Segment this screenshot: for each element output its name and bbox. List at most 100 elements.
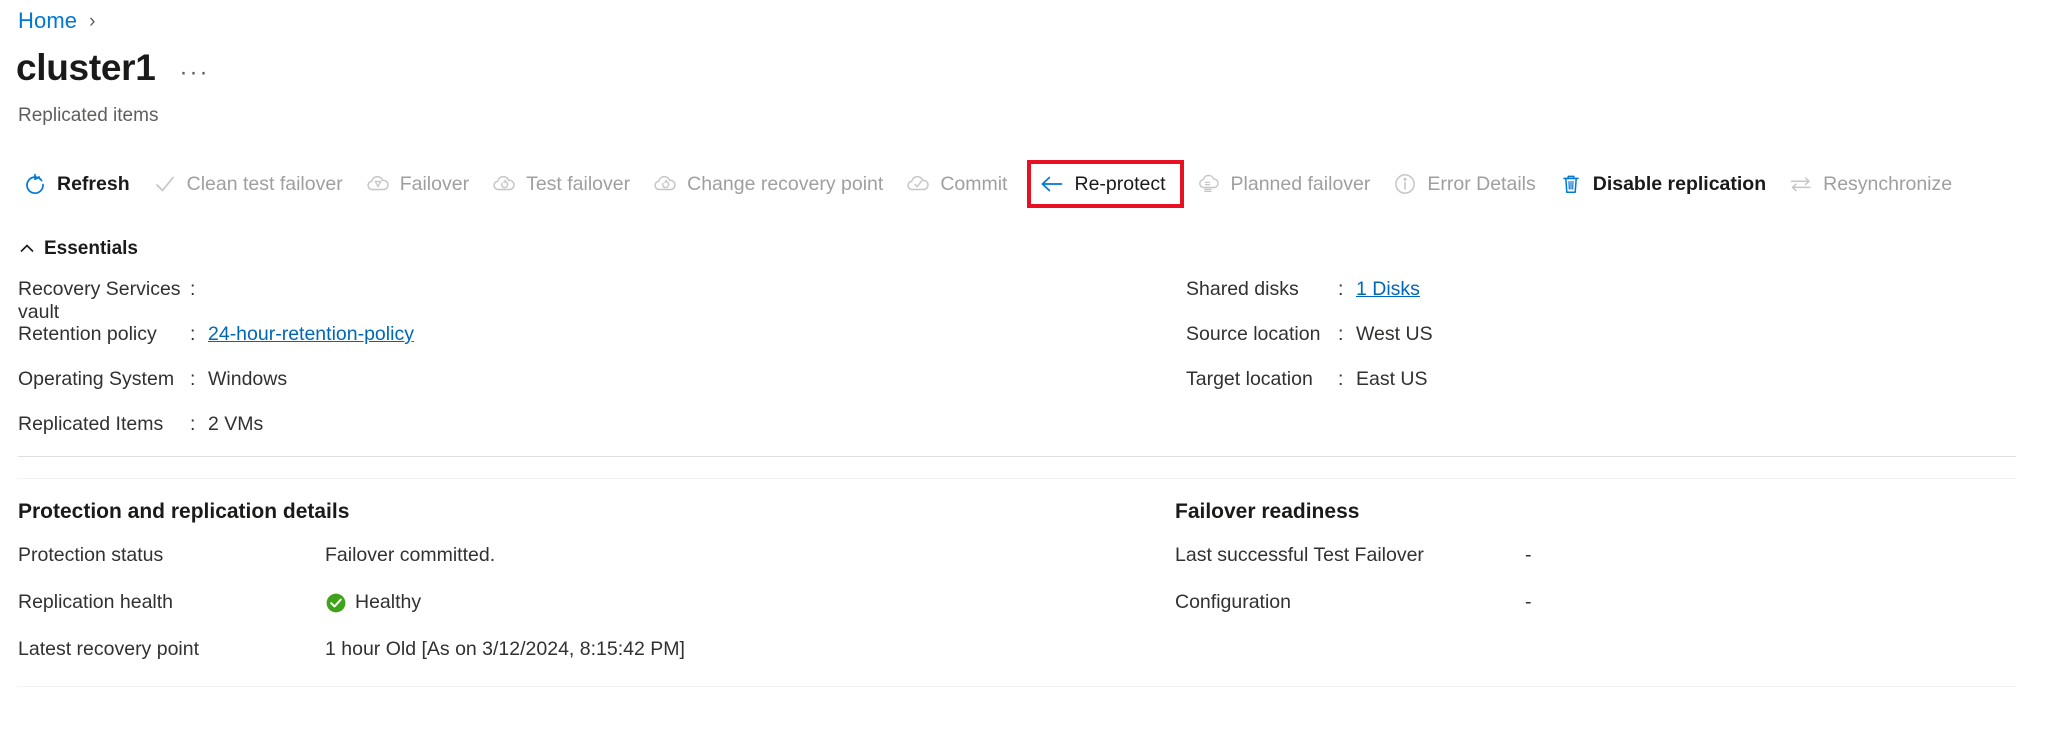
health-check-icon <box>325 592 347 614</box>
command-commit: Commit <box>901 164 1019 204</box>
command-label: Failover <box>399 172 470 195</box>
cloud-check-icon <box>905 171 931 197</box>
essentials-value-link[interactable]: 1 Disks <box>1356 278 1420 301</box>
essentials-label: Essentials <box>44 238 138 259</box>
essentials-row: Operating System: Windows <box>18 368 658 413</box>
command-planned-failover: Planned failover <box>1192 164 1383 204</box>
chevron-right-icon: › <box>89 10 96 32</box>
command-refresh[interactable]: Refresh <box>18 164 142 204</box>
command-label: Refresh <box>57 172 130 195</box>
essentials-separator: : <box>1338 278 1344 300</box>
divider-1 <box>18 456 2016 457</box>
command-clean-test-failover: Clean test failover <box>148 164 355 204</box>
protection-detail-value-text: Failover committed. <box>325 544 496 566</box>
failover-readiness-key: Last successful Test Failover <box>1175 544 1424 566</box>
protection-detail-value-text: Healthy <box>355 591 422 613</box>
essentials-value: 2 VMs <box>208 413 264 435</box>
essentials-key: Replicated Items <box>18 413 164 435</box>
protection-detail-row: Protection status Failover committed. <box>18 533 1078 578</box>
protection-detail-value-text: 1 hour Old [As on 3/12/2024, 8:15:42 PM] <box>325 638 685 660</box>
arrow-left-icon <box>1039 171 1065 197</box>
essentials-value-link[interactable]: 24-hour-retention-policy <box>208 323 414 346</box>
divider-2 <box>18 478 2016 479</box>
command-label: Clean test failover <box>186 172 343 195</box>
essentials-key: Recovery Services vault <box>18 278 181 323</box>
protection-detail-key: Latest recovery point <box>18 638 200 660</box>
protection-detail-key: Protection status <box>18 544 164 566</box>
protection-details-title: Protection and replication details <box>18 500 350 523</box>
essentials-row: Source location: West US <box>1186 323 1826 368</box>
essentials-row: Retention policy:24-hour-retention-polic… <box>18 323 658 368</box>
page-subtitle: Replicated items <box>18 105 159 126</box>
protection-detail-value: 1 hour Old [As on 3/12/2024, 8:15:42 PM] <box>325 638 685 661</box>
command-error-details: Error Details <box>1388 164 1547 204</box>
essentials-separator: : <box>1338 368 1344 390</box>
essentials-separator: : <box>190 413 196 435</box>
command-label: Re-protect <box>1074 172 1166 195</box>
essentials-separator: : <box>190 323 196 345</box>
cloud-failover-icon <box>365 171 391 197</box>
essentials-value: West US <box>1356 323 1433 345</box>
essentials-row: Replicated Items:2 VMs <box>18 413 658 458</box>
resync-arrows-icon <box>1788 171 1814 197</box>
command-label: Resynchronize <box>1823 172 1953 195</box>
more-options-icon[interactable]: ··· <box>180 49 210 87</box>
command-disable-replication[interactable]: Disable replication <box>1554 164 1778 204</box>
essentials-key: Operating System <box>18 368 175 390</box>
checkmark-icon <box>152 171 178 197</box>
essentials-separator: : <box>190 278 196 300</box>
protection-detail-row: Latest recovery point 1 hour Old [As on 3… <box>18 627 1078 672</box>
essentials-row: Target location: East US <box>1186 368 1826 413</box>
essentials-key: Shared disks <box>1186 278 1299 300</box>
failover-readiness-row: Last successful Test Failover - <box>1175 533 2035 578</box>
failover-readiness-title: Failover readiness <box>1175 500 1360 523</box>
failover-readiness-value: - <box>1525 591 1532 613</box>
page-title: cluster1 <box>16 47 156 88</box>
command-label: Planned failover <box>1230 172 1371 195</box>
essentials-value: East US <box>1356 368 1428 390</box>
failover-readiness-row: Configuration - <box>1175 580 2035 625</box>
command-label: Disable replication <box>1592 172 1767 195</box>
essentials-row: Recovery Services vault: <box>18 278 658 323</box>
breadcrumb: Home › <box>18 8 95 34</box>
essentials-separator: : <box>190 368 196 390</box>
protection-details-section: Protection and replication details Prote… <box>18 500 1078 672</box>
essentials-key: Retention policy <box>18 323 157 345</box>
page-title-row: cluster1 ··· <box>16 47 210 89</box>
protection-detail-row: Replication health Healthy <box>18 580 1078 625</box>
replicated-items-page: Home › cluster1 ··· Replicated items Ref… <box>0 0 2052 745</box>
failover-readiness-key: Configuration <box>1175 591 1291 613</box>
essentials-right-column: Shared disks:1 Disks Source location: West… <box>1186 278 1826 413</box>
failover-readiness-section: Failover readiness Last successful Test … <box>1175 500 2035 625</box>
command-failover: Failover <box>361 164 481 204</box>
cloud-test-failover-icon <box>491 171 517 197</box>
essentials-toggle[interactable]: Essentials <box>18 238 138 260</box>
essentials-row: Shared disks:1 Disks <box>1186 278 1826 323</box>
chevron-up-icon <box>18 240 36 258</box>
protection-detail-value: Failover committed. <box>325 544 495 567</box>
essentials-left-column: Recovery Services vault: Retention policy… <box>18 278 658 458</box>
cloud-recovery-icon <box>652 171 678 197</box>
protection-detail-value: Healthy <box>325 591 421 614</box>
command-change-recovery-point: Change recovery point <box>648 164 895 204</box>
info-circle-icon <box>1392 171 1418 197</box>
command-label: Change recovery point <box>687 172 884 195</box>
command-label: Commit <box>940 172 1008 195</box>
essentials-key: Source location <box>1186 323 1321 345</box>
command-resynchronize: Resynchronize <box>1784 164 1964 204</box>
failover-readiness-value: - <box>1525 544 1532 566</box>
refresh-icon <box>22 171 48 197</box>
essentials-key: Target location <box>1186 368 1313 390</box>
essentials-value: Windows <box>208 368 288 390</box>
trash-icon <box>1558 171 1584 197</box>
breadcrumb-home-link[interactable]: Home <box>18 8 77 34</box>
protection-detail-key: Replication health <box>18 591 174 613</box>
command-label: Error Details <box>1427 172 1536 195</box>
essentials-separator: : <box>1338 323 1344 345</box>
cloud-planned-icon <box>1196 171 1222 197</box>
divider-3 <box>18 686 2016 687</box>
command-test-failover: Test failover <box>487 164 642 204</box>
command-label: Test failover <box>526 172 631 195</box>
command-bar: Refresh Clean test failover Failover Test f… <box>18 160 1970 208</box>
command-re-protect[interactable]: Re-protect <box>1027 160 1184 208</box>
